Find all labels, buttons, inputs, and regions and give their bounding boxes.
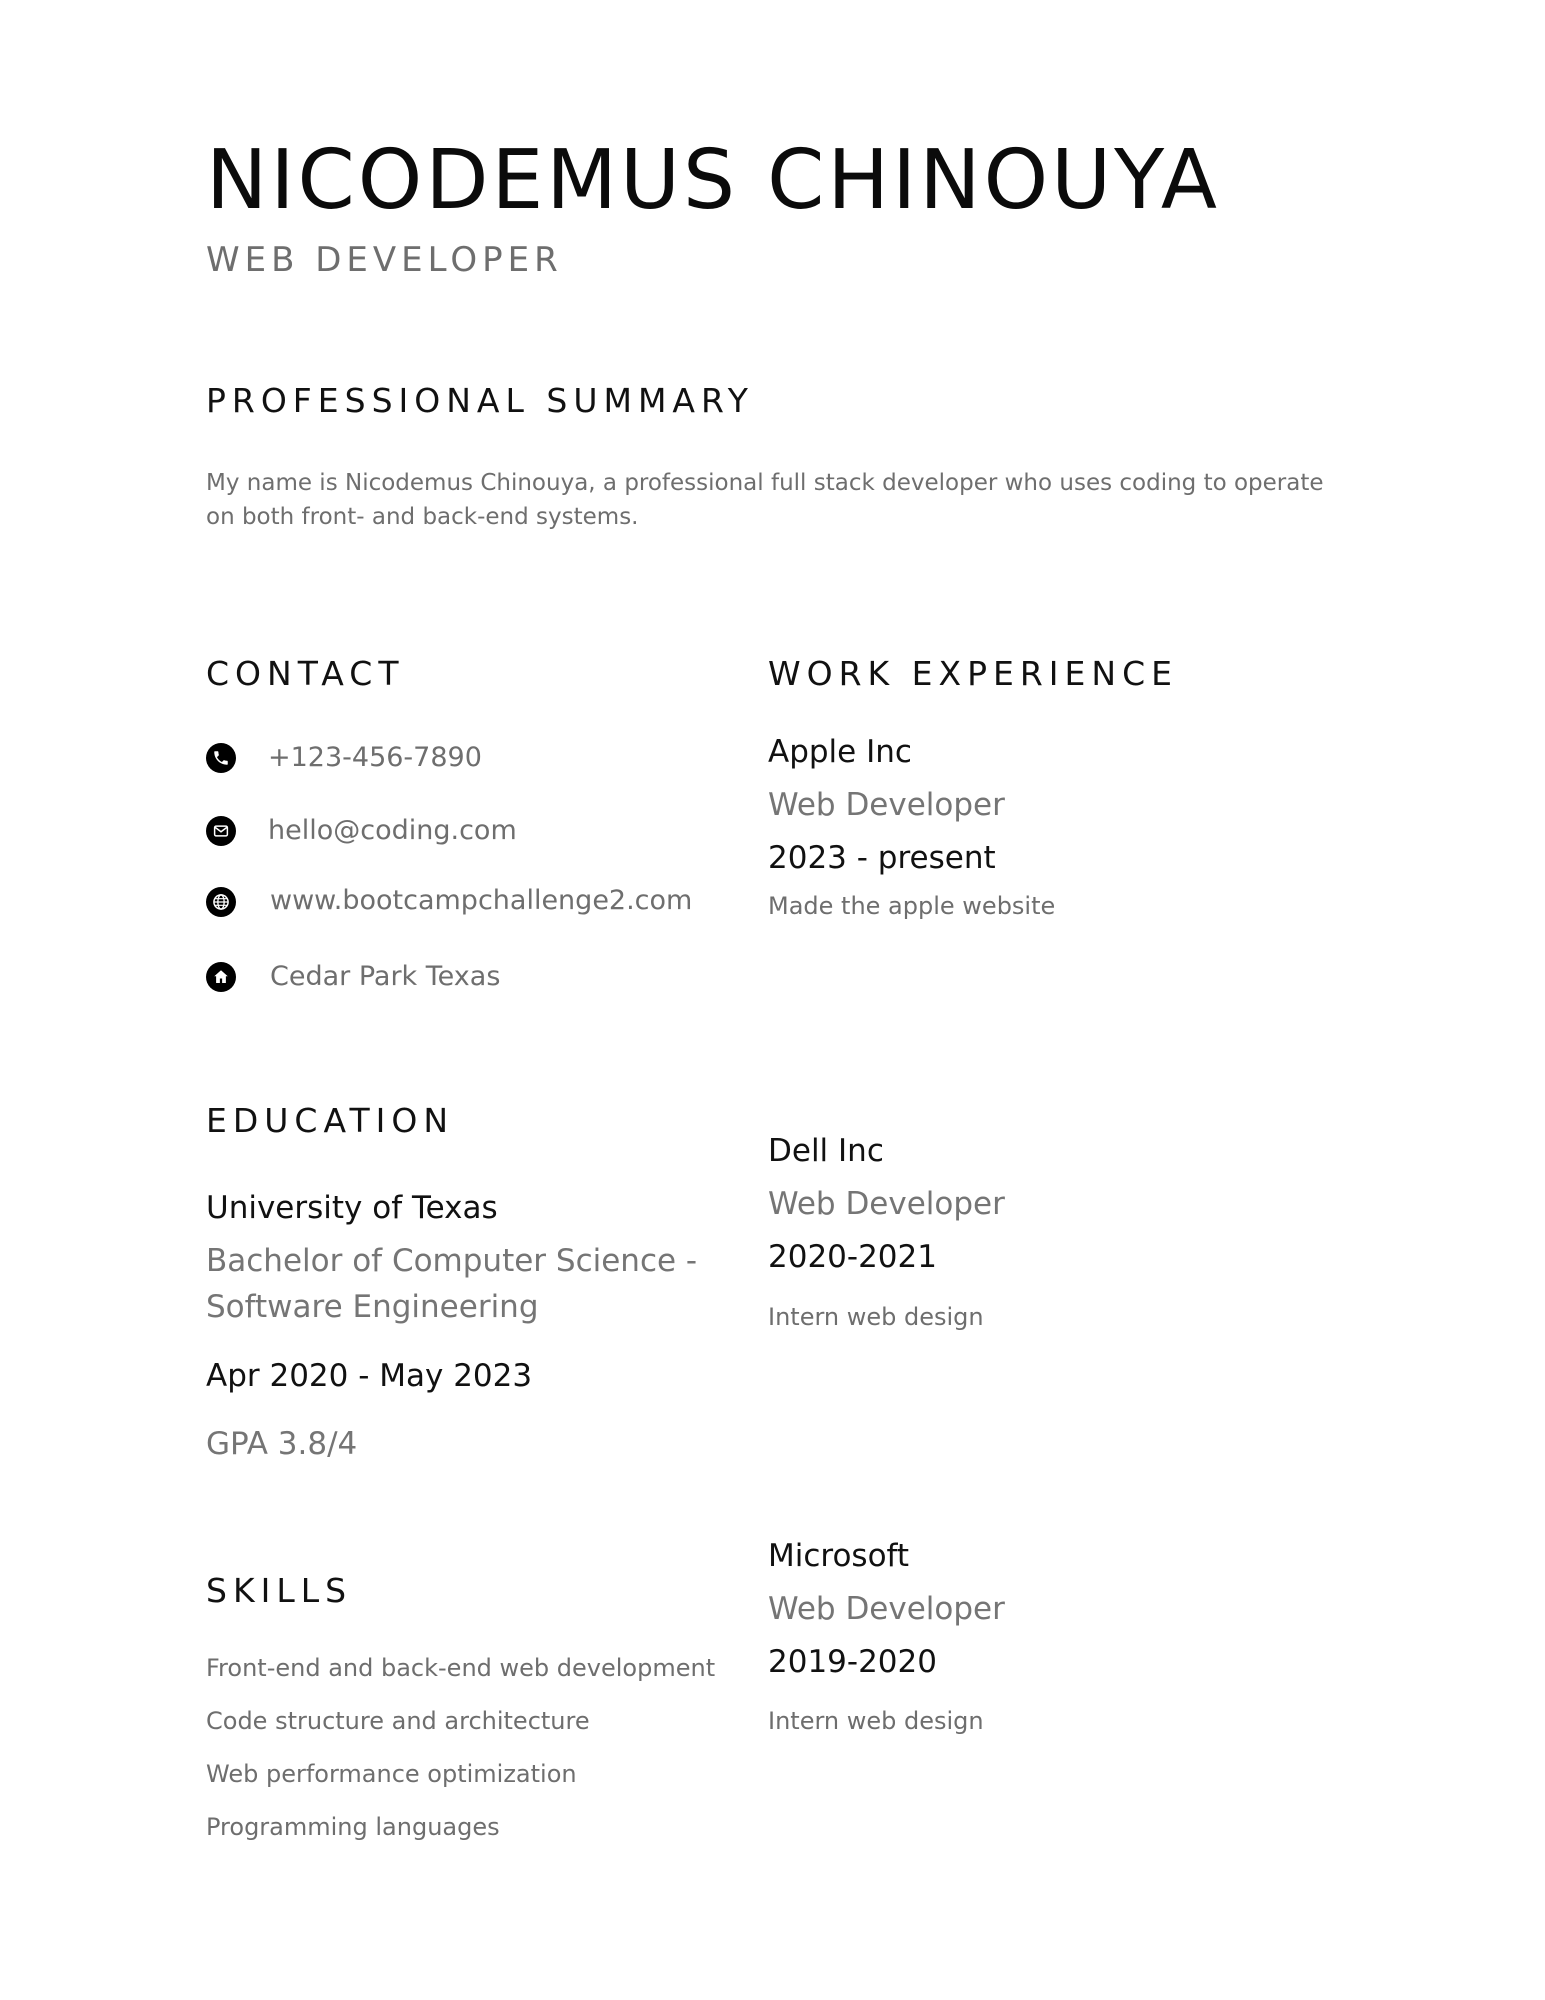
phone-icon [206, 743, 236, 773]
globe-icon [206, 887, 236, 917]
contact-email: hello@coding.com [268, 815, 517, 846]
contact-heading: CONTACT [206, 654, 405, 693]
summary-heading: PROFESSIONAL SUMMARY [206, 381, 754, 420]
education-heading: EDUCATION [206, 1101, 455, 1140]
education-gpa: GPA 3.8/4 [206, 1426, 358, 1462]
skill-item: Programming languages [206, 1813, 500, 1841]
job-company: Microsoft [768, 1538, 910, 1574]
job-period: 2020-2021 [768, 1239, 937, 1275]
candidate-title: WEB DEVELOPER [206, 240, 563, 280]
job-role: Web Developer [768, 1186, 1005, 1222]
job-description: Intern web design [768, 1303, 984, 1331]
candidate-name: NICODEMUS CHINOUYA [206, 133, 1220, 228]
contact-address: Cedar Park Texas [270, 961, 501, 992]
education-school: University of Texas [206, 1190, 498, 1226]
email-icon [206, 816, 236, 846]
job-company: Apple Inc [768, 734, 912, 770]
work-heading: WORK EXPERIENCE [768, 654, 1178, 693]
education-degree: Bachelor of Computer Science - Software … [206, 1243, 698, 1325]
contact-phone: +123-456-7890 [268, 742, 482, 773]
skill-item: Front-end and back-end web development [206, 1654, 716, 1682]
job-description: Intern web design [768, 1707, 984, 1735]
skill-item: Web performance optimization [206, 1760, 577, 1788]
job-period: 2023 - present [768, 840, 996, 876]
home-icon [206, 962, 236, 992]
skill-item: Code structure and architecture [206, 1707, 590, 1735]
job-period: 2019-2020 [768, 1644, 937, 1680]
job-role: Web Developer [768, 1591, 1005, 1627]
summary-text: My name is Nicodemus Chinouya, a profess… [206, 470, 1324, 530]
education-dates: Apr 2020 - May 2023 [206, 1358, 533, 1394]
job-role: Web Developer [768, 787, 1005, 823]
skills-heading: SKILLS [206, 1571, 353, 1610]
contact-website: www.bootcampchallenge2.com [270, 885, 693, 916]
job-description: Made the apple website [768, 892, 1056, 920]
job-company: Dell Inc [768, 1133, 884, 1169]
